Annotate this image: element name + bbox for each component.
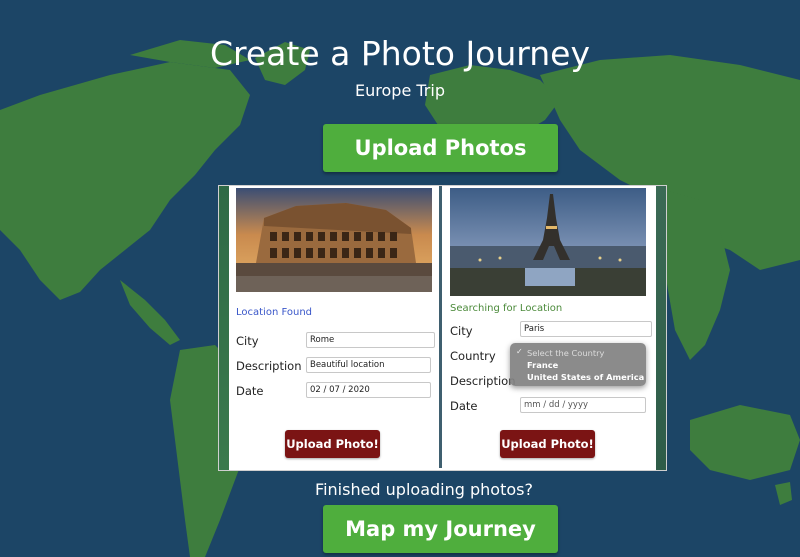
description-label: Description [450, 374, 516, 388]
city-label: City [450, 324, 473, 338]
city-input[interactable]: Rome [306, 332, 435, 348]
description-input[interactable]: Beautiful location [306, 357, 431, 373]
upload-photos-button[interactable]: Upload Photos [323, 124, 558, 172]
panel-edge-right [656, 186, 666, 470]
city-input[interactable]: Paris [520, 321, 652, 337]
date-input[interactable]: mm / dd / yyyy [520, 397, 646, 413]
location-status: Location Found [236, 307, 313, 318]
panel-edge-left [219, 186, 229, 470]
checkmark-icon: ✓ [516, 347, 523, 356]
finished-uploading-prompt: Finished uploading photos? [315, 480, 533, 499]
map-my-journey-button[interactable]: Map my Journey [323, 505, 558, 553]
date-input[interactable]: 02 / 07 / 2020 [306, 382, 431, 398]
country-option-placeholder[interactable]: Select the Country [527, 348, 604, 358]
colosseum-photo [236, 188, 432, 292]
eiffel-tower-photo [450, 188, 646, 296]
page-subtitle: Europe Trip [355, 81, 445, 100]
photo-card-paris: Searching for Location City Paris Countr… [443, 186, 655, 468]
country-option-france[interactable]: France [527, 360, 558, 370]
date-label: Date [236, 384, 264, 398]
upload-photo-button[interactable]: Upload Photo! [285, 430, 380, 458]
country-label: Country [450, 349, 496, 363]
photo-card-rome: Location Found City Rome Description Bea… [229, 186, 442, 468]
location-status: Searching for Location [450, 303, 563, 314]
date-label: Date [450, 399, 478, 413]
photo-cards-panel[interactable]: Location Found City Rome Description Bea… [218, 185, 667, 471]
country-select-dropdown[interactable]: ✓ Select the Country France United State… [510, 343, 646, 386]
country-option-usa[interactable]: United States of America [527, 372, 644, 382]
description-label: Description [236, 359, 302, 373]
city-label: City [236, 334, 259, 348]
upload-photo-button[interactable]: Upload Photo! [500, 430, 595, 458]
page-title: Create a Photo Journey [209, 34, 591, 73]
